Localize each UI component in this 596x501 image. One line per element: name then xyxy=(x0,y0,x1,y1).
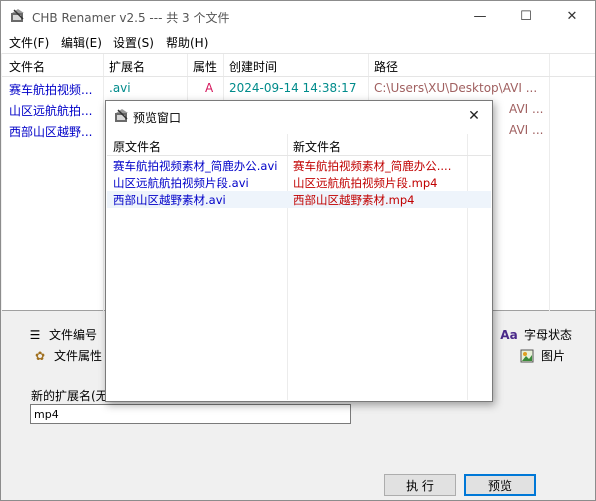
preview-list[interactable]: 原文件名 新文件名 赛车航拍视频素材_简鹿办公.avi 赛车航拍视频素材_简鹿办… xyxy=(107,134,491,400)
row-attribute: A xyxy=(205,81,214,95)
header-old-name[interactable]: 原文件名 xyxy=(113,138,161,155)
close-button[interactable]: ✕ xyxy=(549,1,595,31)
header-new-name[interactable]: 新文件名 xyxy=(293,138,341,155)
extension-label: 新的扩展名(无 xyxy=(31,389,108,403)
picture-icon xyxy=(519,349,535,363)
header-filename[interactable]: 文件名 xyxy=(9,58,45,75)
row-old-name: 赛车航拍视频素材_简鹿办公.avi xyxy=(113,159,278,173)
header-path[interactable]: 路径 xyxy=(374,58,398,75)
header-created[interactable]: 创建时间 xyxy=(229,58,277,75)
list-header: 文件名 扩展名 属性 创建时间 路径 xyxy=(2,54,595,77)
menu-help[interactable]: 帮助(H) xyxy=(166,34,208,51)
gear-icon: ✿ xyxy=(34,348,46,363)
font-case-icon: Aa xyxy=(500,327,518,342)
menu-file[interactable]: 文件(F) xyxy=(9,34,49,51)
table-row[interactable]: 赛车航拍视频素材_简鹿办公.avi 赛车航拍视频素材_简鹿办公.... xyxy=(107,157,491,174)
tab-letter-case[interactable]: Aa 字母状态 xyxy=(500,324,572,345)
tab-picture[interactable]: 图片 xyxy=(519,345,565,366)
tab-file-number-label: 文件编号 xyxy=(49,328,98,342)
row-path: AVI ... xyxy=(509,123,544,137)
row-path: AVI ... xyxy=(509,102,544,116)
preview-button[interactable]: 预览 xyxy=(464,474,536,496)
dialog-title: 预览窗口 xyxy=(133,111,182,125)
menu-settings[interactable]: 设置(S) xyxy=(113,34,154,51)
row-new-name: 西部山区越野素材.mp4 xyxy=(293,193,415,207)
maximize-button[interactable]: ☐ xyxy=(503,1,549,31)
table-row[interactable]: 赛车航拍视频... .avi A 2024-09-14 14:38:17 C:\… xyxy=(2,78,595,99)
minimize-button[interactable]: — xyxy=(457,1,503,31)
tab-file-attr[interactable]: ✿ 文件属性 xyxy=(32,345,102,366)
row-filename: 西部山区越野... xyxy=(9,125,93,139)
preview-list-header: 原文件名 新文件名 xyxy=(107,134,491,156)
row-new-name: 赛车航拍视频素材_简鹿办公.... xyxy=(293,159,452,173)
table-row[interactable]: 西部山区越野素材.avi 西部山区越野素材.mp4 xyxy=(107,191,491,208)
row-new-name: 山区远航航拍视频片段.mp4 xyxy=(293,176,438,190)
row-extension: .avi xyxy=(109,81,131,95)
numbered-list-icon: ☰ xyxy=(29,327,41,342)
header-extension[interactable]: 扩展名 xyxy=(109,58,145,75)
dialog-close-button[interactable]: ✕ xyxy=(462,105,486,127)
execute-button[interactable]: 执 行 xyxy=(384,474,456,496)
app-logo-icon xyxy=(115,109,128,122)
window-title: CHB Renamer v2.5 --- 共 3 个文件 xyxy=(32,11,230,25)
row-old-name: 西部山区越野素材.avi xyxy=(113,193,226,207)
app-logo-icon xyxy=(11,9,24,22)
dialog-title-bar: 预览窗口 ✕ xyxy=(106,101,492,131)
main-window: CHB Renamer v2.5 --- 共 3 个文件 — ☐ ✕ 文件(F)… xyxy=(0,0,596,501)
tab-letter-case-label: 字母状态 xyxy=(524,328,573,342)
title-bar: CHB Renamer v2.5 --- 共 3 个文件 — ☐ ✕ xyxy=(1,1,595,31)
tab-file-attr-label: 文件属性 xyxy=(54,349,103,363)
row-created: 2024-09-14 14:38:17 xyxy=(229,81,357,95)
menu-edit[interactable]: 编辑(E) xyxy=(61,34,102,51)
tab-file-number[interactable]: ☰ 文件编号 xyxy=(27,324,97,345)
menu-bar: 文件(F) 编辑(E) 设置(S) 帮助(H) xyxy=(1,31,595,53)
preview-dialog: 预览窗口 ✕ 原文件名 新文件名 赛车航拍视频素材_简鹿办公.avi 赛车航拍视… xyxy=(105,100,493,402)
row-filename: 山区远航航拍... xyxy=(9,104,93,118)
extension-input[interactable] xyxy=(30,404,351,424)
table-row[interactable]: 山区远航航拍视频片段.avi 山区远航航拍视频片段.mp4 xyxy=(107,174,491,191)
header-attribute[interactable]: 属性 xyxy=(193,58,217,75)
row-path: C:\Users\XU\Desktop\AVI ... xyxy=(374,81,538,95)
tab-picture-label: 图片 xyxy=(541,349,566,363)
row-filename: 赛车航拍视频... xyxy=(9,83,93,97)
row-old-name: 山区远航航拍视频片段.avi xyxy=(113,176,249,190)
